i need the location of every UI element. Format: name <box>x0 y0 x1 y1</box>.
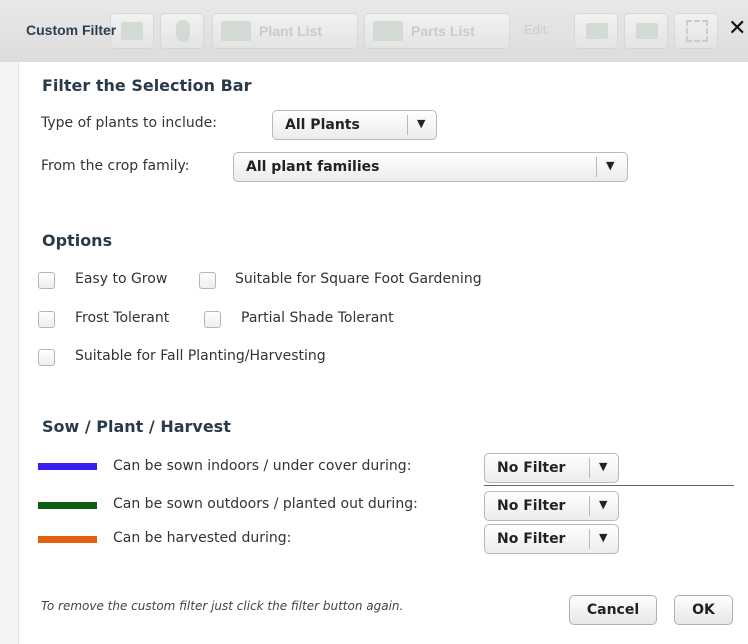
harvest-label: Can be harvested during: <box>113 530 292 546</box>
dialog-titlebar: Plant List Parts List Edit: Custom Filte… <box>0 0 748 63</box>
plant-type-value: All Plants <box>285 117 360 133</box>
crop-family-value: All plant families <box>246 159 380 175</box>
outdoor-sowing-value: No Filter <box>497 498 566 514</box>
ok-button[interactable]: OK <box>674 595 733 625</box>
harvest-value: No Filter <box>497 531 566 547</box>
filter-selection-heading: Filter the Selection Bar <box>42 76 252 95</box>
parts-list-label: Parts List <box>411 23 475 39</box>
chevron-down-icon: ▼ <box>599 498 608 511</box>
custom-filter-dialog: Filter the Selection Bar Type of plants … <box>19 62 748 644</box>
options-heading: Options <box>42 231 113 250</box>
chevron-down-icon: ▼ <box>599 460 608 473</box>
crop-family-label: From the crop family: <box>41 158 190 174</box>
edit-label: Edit: <box>524 22 551 37</box>
partial-shade-checkbox[interactable] <box>204 311 221 328</box>
outdoor-sowing-label: Can be sown outdoors / planted out durin… <box>113 496 418 512</box>
background-app-strip <box>0 62 19 644</box>
sow-plant-harvest-heading: Sow / Plant / Harvest <box>42 417 231 436</box>
plant-list-label: Plant List <box>259 23 323 39</box>
indoor-sowing-select[interactable]: No Filter ▼ <box>484 453 619 483</box>
frost-tolerant-label: Frost Tolerant <box>75 310 170 326</box>
square-foot-gardening-checkbox[interactable] <box>199 272 216 289</box>
parts-list-button: Parts List <box>364 13 510 49</box>
plant-icon <box>176 20 190 42</box>
partial-shade-label: Partial Shade Tolerant <box>241 310 394 326</box>
indoor-sowing-value: No Filter <box>497 460 566 476</box>
dialog-title: Custom Filter <box>26 22 117 38</box>
close-icon[interactable]: ✕ <box>728 17 746 41</box>
cancel-button[interactable]: Cancel <box>569 595 657 625</box>
easy-to-grow-label: Easy to Grow <box>75 271 168 287</box>
harvest-select[interactable]: No Filter ▼ <box>484 524 619 554</box>
outdoor-sowing-select[interactable]: No Filter ▼ <box>484 491 619 521</box>
toolbar-button-plant-icon <box>160 13 204 49</box>
chevron-down-icon: ▼ <box>606 159 615 172</box>
undo-icon <box>586 23 608 39</box>
plant-type-select[interactable]: All Plants ▼ <box>272 110 437 140</box>
crop-family-select[interactable]: All plant families ▼ <box>233 152 628 182</box>
parts-icon <box>373 21 403 41</box>
chevron-down-icon: ▼ <box>599 531 608 544</box>
fall-planting-label: Suitable for Fall Planting/Harvesting <box>75 348 326 364</box>
fall-planting-checkbox[interactable] <box>38 349 55 366</box>
harvest-color-swatch <box>38 536 97 543</box>
row-divider <box>484 485 734 486</box>
plant-list-button: Plant List <box>212 13 358 49</box>
redo-icon <box>636 23 658 39</box>
chevron-down-icon: ▼ <box>417 117 426 130</box>
undo-button <box>574 13 618 49</box>
frost-tolerant-checkbox[interactable] <box>38 311 55 328</box>
square-foot-gardening-label: Suitable for Square Foot Gardening <box>235 271 482 287</box>
plant-type-label: Type of plants to include: <box>41 115 217 131</box>
indoor-sowing-label: Can be sown indoors / under cover during… <box>113 458 412 474</box>
select-area-button <box>674 13 718 49</box>
indoor-sowing-color-swatch <box>38 463 97 470</box>
selection-icon <box>686 20 708 42</box>
toolbar-icon <box>121 22 143 40</box>
footer-note: To remove the custom filter just click t… <box>41 599 404 613</box>
outdoor-sowing-color-swatch <box>38 502 97 509</box>
redo-button <box>624 13 668 49</box>
grid-icon <box>221 21 251 41</box>
easy-to-grow-checkbox[interactable] <box>38 272 55 289</box>
toolbar-button-1 <box>110 13 154 49</box>
